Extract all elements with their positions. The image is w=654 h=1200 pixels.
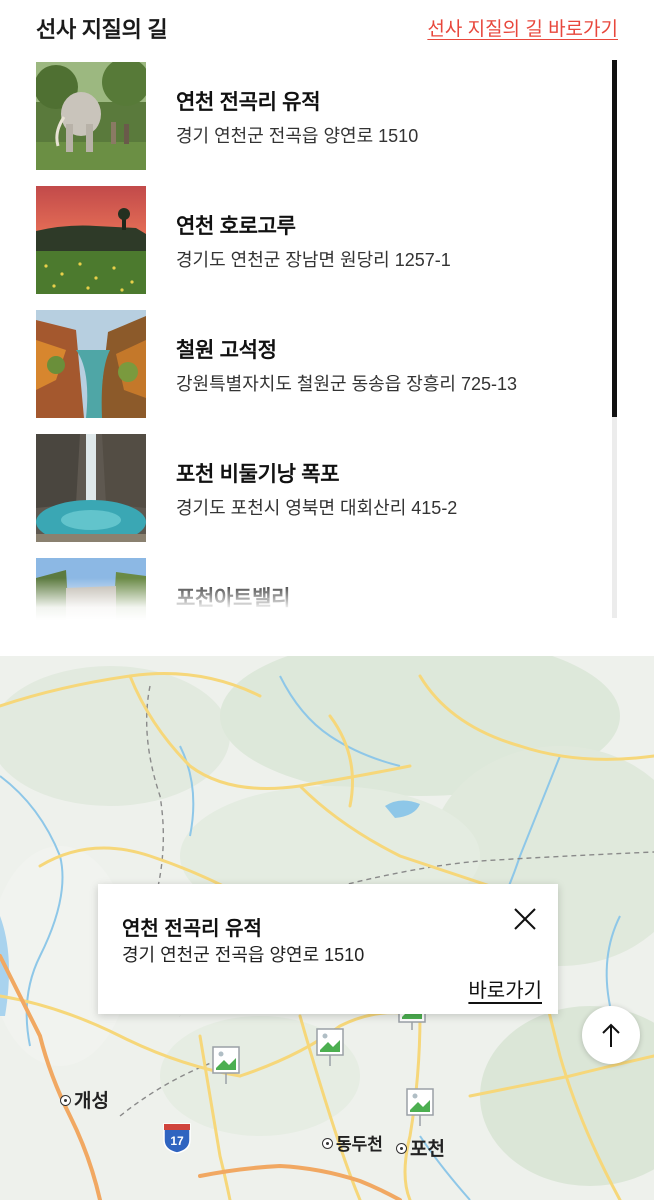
list-item[interactable]: 포천아트밸리 [36, 556, 596, 620]
place-name: 연천 호로고루 [176, 215, 296, 238]
list-item[interactable]: 연천 전곡리 유적 경기 연천군 전곡읍 양연로 1510 [36, 60, 596, 170]
cliff-lake-thumbnail [36, 558, 146, 620]
city-label-gaeseong: 개성 [60, 1086, 109, 1113]
section-header: 선사 지질의 길 선사 지질의 길 바로가기 [0, 0, 654, 58]
place-name: 연천 전곡리 유적 [176, 91, 321, 114]
view-all-link[interactable]: 선사 지질의 길 바로가기 [427, 14, 618, 41]
arrow-up-icon [602, 1023, 620, 1047]
list-item[interactable]: 포천 비둘기낭 폭포 경기도 포천시 영북면 대회산리 415-2 [36, 432, 596, 542]
popup-address: 경기 연천군 전곡읍 양연로 1510 [122, 945, 365, 965]
list-item[interactable]: 철원 고석정 강원특별자치도 철원군 동송읍 장흥리 725-13 [36, 308, 596, 418]
map-view[interactable]: 개성 동두천 포천 17 연천 전곡리 유적 경기 연천군 전곡읍 양연로 15… [0, 656, 654, 1200]
place-name: 철원 고석정 [176, 339, 277, 362]
city-label-dongducheon: 동두천 [322, 1130, 383, 1155]
city-name: 개성 [74, 1091, 109, 1112]
waterfall-thumbnail [36, 434, 146, 542]
list-scrollbar-thumb[interactable] [612, 60, 617, 417]
place-address: 경기 연천군 전곡읍 양연로 1510 [176, 126, 419, 146]
place-address: 강원특별자치도 철원군 동송읍 장흥리 725-13 [176, 374, 518, 394]
city-dot-icon [60, 1095, 71, 1106]
river-gorge-thumbnail [36, 310, 146, 418]
scroll-top-button[interactable] [582, 1006, 640, 1064]
city-label-pocheon: 포천 [396, 1134, 445, 1161]
close-icon[interactable] [512, 906, 538, 932]
section-title: 선사 지질의 길 [36, 17, 168, 42]
popup-title: 연천 전곡리 유적 [122, 918, 262, 940]
place-name: 포천 비둘기낭 폭포 [176, 463, 340, 486]
list-item[interactable]: 연천 호로고루 경기도 연천군 장남면 원당리 1257-1 [36, 184, 596, 294]
place-address: 경기도 포천시 영북면 대회산리 415-2 [176, 498, 458, 518]
route-shield-icon: 17 [160, 1120, 194, 1154]
map-marker[interactable] [316, 1028, 344, 1068]
fortress-sunset-thumbnail [36, 186, 146, 294]
place-list[interactable]: 연천 전곡리 유적 경기 연천군 전곡읍 양연로 1510 연천 호로고루 경기… [0, 58, 654, 620]
city-dot-icon [396, 1143, 407, 1154]
place-name: 포천아트밸리 [176, 587, 291, 610]
city-dot-icon [322, 1138, 333, 1149]
place-info-popup: 연천 전곡리 유적 경기 연천군 전곡읍 양연로 1510 바로가기 [98, 884, 558, 1014]
list-scrollbar[interactable] [612, 60, 617, 618]
route-number: 17 [170, 1134, 184, 1148]
map-marker[interactable] [212, 1046, 240, 1086]
mammoth-statue-thumbnail [36, 62, 146, 170]
city-name: 동두천 [336, 1135, 383, 1154]
place-address: 경기도 연천군 장남면 원당리 1257-1 [176, 250, 451, 270]
popup-go-button[interactable]: 바로가기 [468, 974, 542, 1003]
map-marker[interactable] [406, 1088, 434, 1128]
city-name: 포천 [410, 1139, 445, 1160]
